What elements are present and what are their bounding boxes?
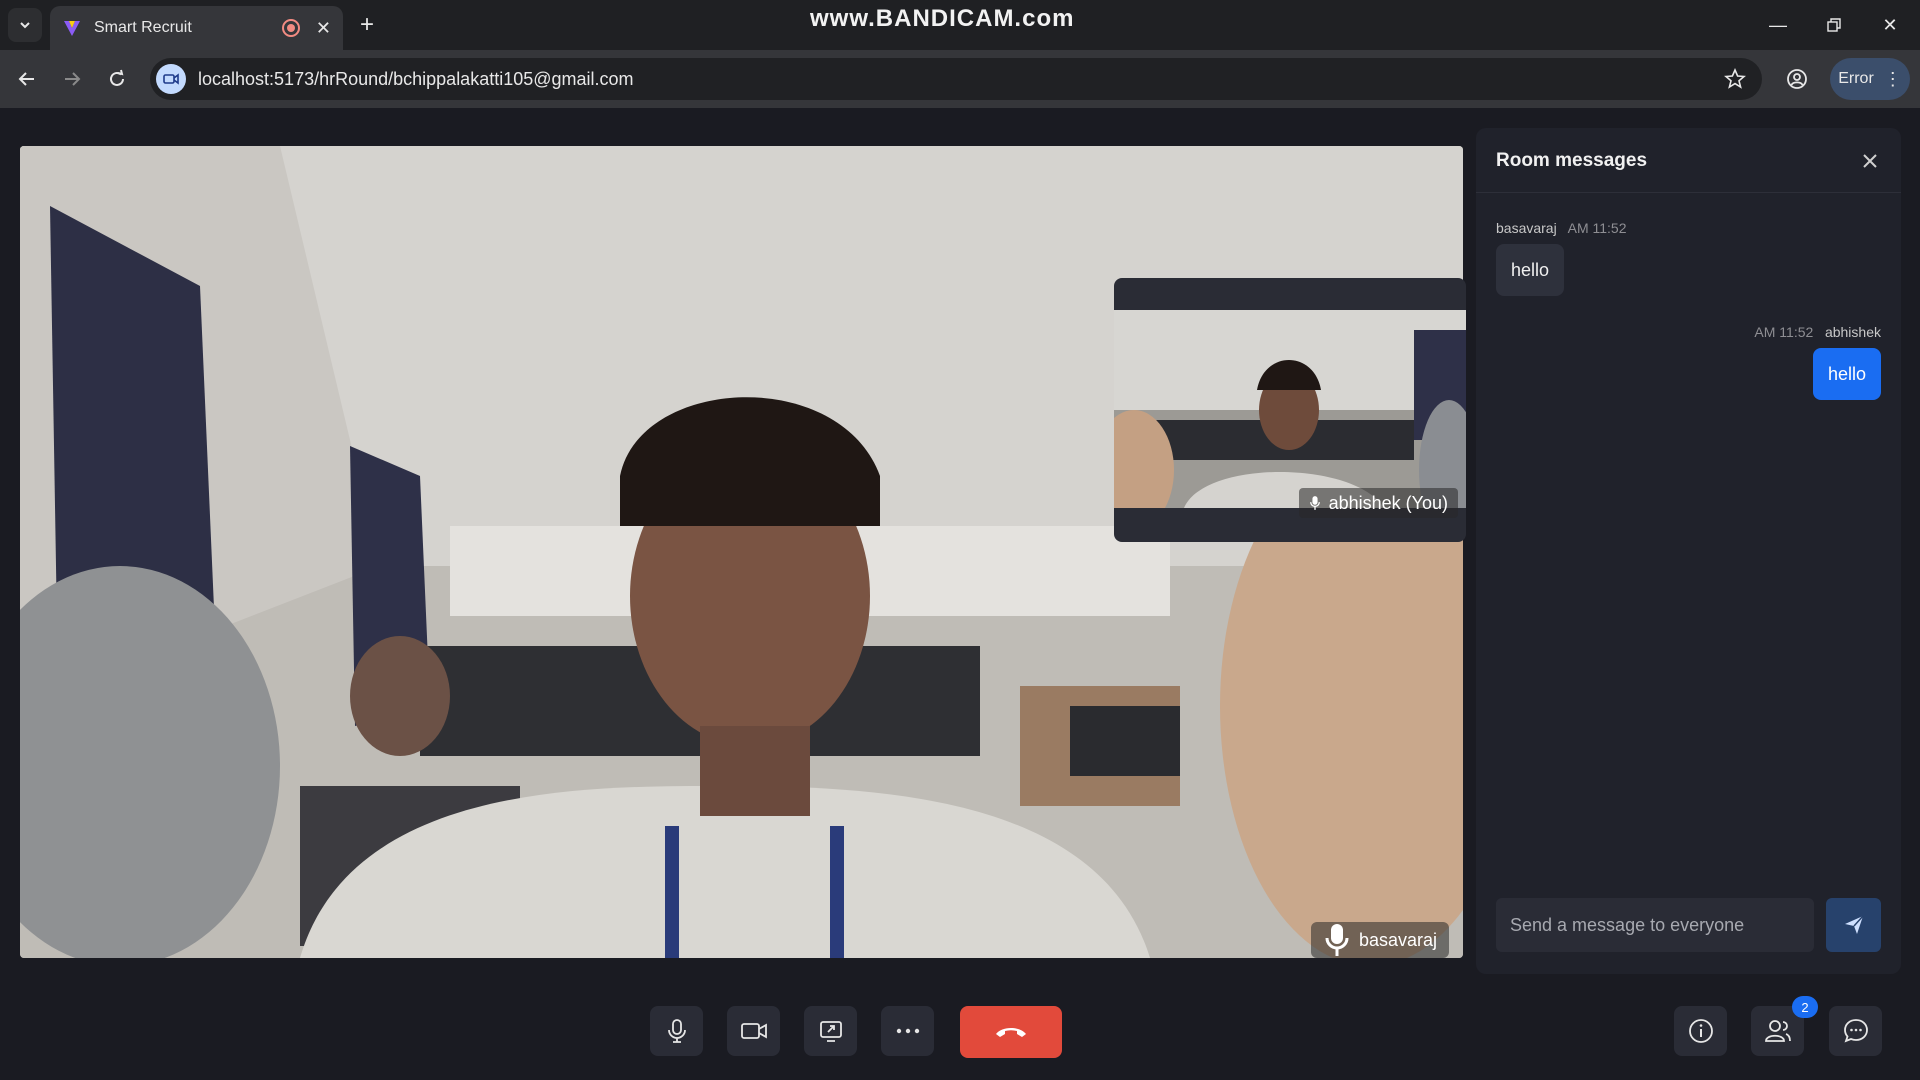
close-icon[interactable]: ✕: [316, 18, 331, 39]
site-info-icon[interactable]: [156, 64, 186, 94]
forward-button[interactable]: [55, 62, 89, 96]
message-meta: AM 11:52 abhishek: [1754, 324, 1881, 340]
main-video-scene: [20, 146, 1463, 958]
message-meta: basavaraj AM 11:52: [1496, 220, 1627, 236]
self-video-feed: [1114, 310, 1466, 508]
people-icon: [1764, 1020, 1791, 1042]
camera-icon: [740, 1023, 767, 1039]
chat-panel-title: Room messages: [1496, 150, 1648, 171]
mic-icon: [1325, 924, 1349, 956]
chat-toggle-button[interactable]: [1829, 1006, 1882, 1056]
phone-hangup-icon: [996, 1028, 1026, 1037]
window-close-button[interactable]: ✕: [1870, 10, 1910, 40]
self-video-scene: [1114, 310, 1466, 508]
send-icon: [1844, 915, 1864, 934]
info-icon: [1688, 1019, 1713, 1043]
meeting-info-button[interactable]: [1674, 1006, 1727, 1056]
chat-icon: [1843, 1019, 1868, 1043]
microphone-button[interactable]: [650, 1006, 703, 1056]
mic-icon: [1309, 496, 1320, 510]
message-sender: abhishek: [1824, 324, 1881, 340]
message-time: AM 11:52: [1567, 220, 1627, 236]
error-label: Error: [1838, 70, 1874, 87]
profile-icon: [1787, 69, 1807, 89]
mic-icon: [667, 1019, 686, 1043]
profile-button[interactable]: [1780, 62, 1814, 96]
leave-call-button[interactable]: [960, 1006, 1062, 1058]
kebab-icon: ⋮: [1883, 68, 1902, 89]
favicon-icon: [64, 21, 80, 36]
address-bar[interactable]: localhost:5173/hrRound/bchippalakatti105…: [150, 58, 1762, 100]
tab-list-button[interactable]: [8, 8, 42, 42]
chat-message-input[interactable]: [1496, 898, 1814, 952]
back-icon: [18, 72, 34, 86]
message-sender: basavaraj: [1496, 220, 1557, 236]
main-participant-label: basavaraj: [1310, 922, 1449, 958]
plus-icon: +: [359, 11, 374, 38]
participants-count-badge: 2: [1792, 996, 1818, 1018]
tab-title: Smart Recruit: [94, 19, 192, 36]
minimize-button[interactable]: —: [1758, 10, 1798, 40]
minimize-icon: —: [1769, 14, 1787, 35]
restore-button[interactable]: [1814, 10, 1854, 40]
new-tab-button[interactable]: +: [352, 10, 382, 40]
self-view-tile: abhishek (You): [1114, 278, 1466, 542]
self-participant-label: abhishek (You): [1298, 488, 1458, 518]
browser-toolbar: localhost:5173/hrRound/bchippalakatti105…: [0, 50, 1920, 108]
more-icon: [896, 1028, 919, 1034]
message-time: AM 11:52: [1754, 324, 1814, 340]
forward-icon: [65, 72, 81, 86]
main-participant-name: basavaraj: [1358, 929, 1437, 950]
meeting-app: basavaraj abhishek (You) Room messages b…: [0, 108, 1920, 1080]
reload-icon: [110, 69, 124, 86]
message-bubble: hello: [1812, 348, 1881, 400]
browser-tab[interactable]: Smart Recruit ✕: [50, 6, 343, 50]
close-icon: ✕: [1882, 14, 1898, 35]
more-options-button[interactable]: [881, 1006, 934, 1056]
tab-list-icon: [20, 22, 30, 29]
back-button[interactable]: [10, 62, 44, 96]
divider: [1476, 192, 1901, 193]
browser-tab-bar: Smart Recruit ✕ + www.BANDICAM.com — ✕: [0, 0, 1920, 50]
url-text: localhost:5173/hrRound/bchippalakatti105…: [198, 68, 634, 89]
camera-button[interactable]: [727, 1006, 780, 1056]
close-icon[interactable]: [1859, 150, 1881, 172]
star-icon[interactable]: [1724, 68, 1746, 90]
main-video-feed: basavaraj: [20, 146, 1463, 958]
restore-icon: [1827, 18, 1841, 32]
browser-error-button[interactable]: Error ⋮: [1830, 58, 1910, 100]
screen-share-button[interactable]: [804, 1006, 857, 1056]
message-bubble: hello: [1496, 244, 1565, 296]
self-participant-name: abhishek (You): [1328, 492, 1448, 513]
room-messages-panel: Room messages basavaraj AM 11:52 hello A…: [1476, 128, 1901, 974]
record-icon: [281, 19, 300, 37]
reload-button[interactable]: [100, 62, 134, 96]
screen-share-icon: [819, 1021, 842, 1042]
video-stage: basavaraj abhishek (You): [20, 130, 1466, 1080]
recording-watermark: www.BANDICAM.com: [810, 5, 1075, 32]
send-message-button[interactable]: [1826, 898, 1881, 952]
